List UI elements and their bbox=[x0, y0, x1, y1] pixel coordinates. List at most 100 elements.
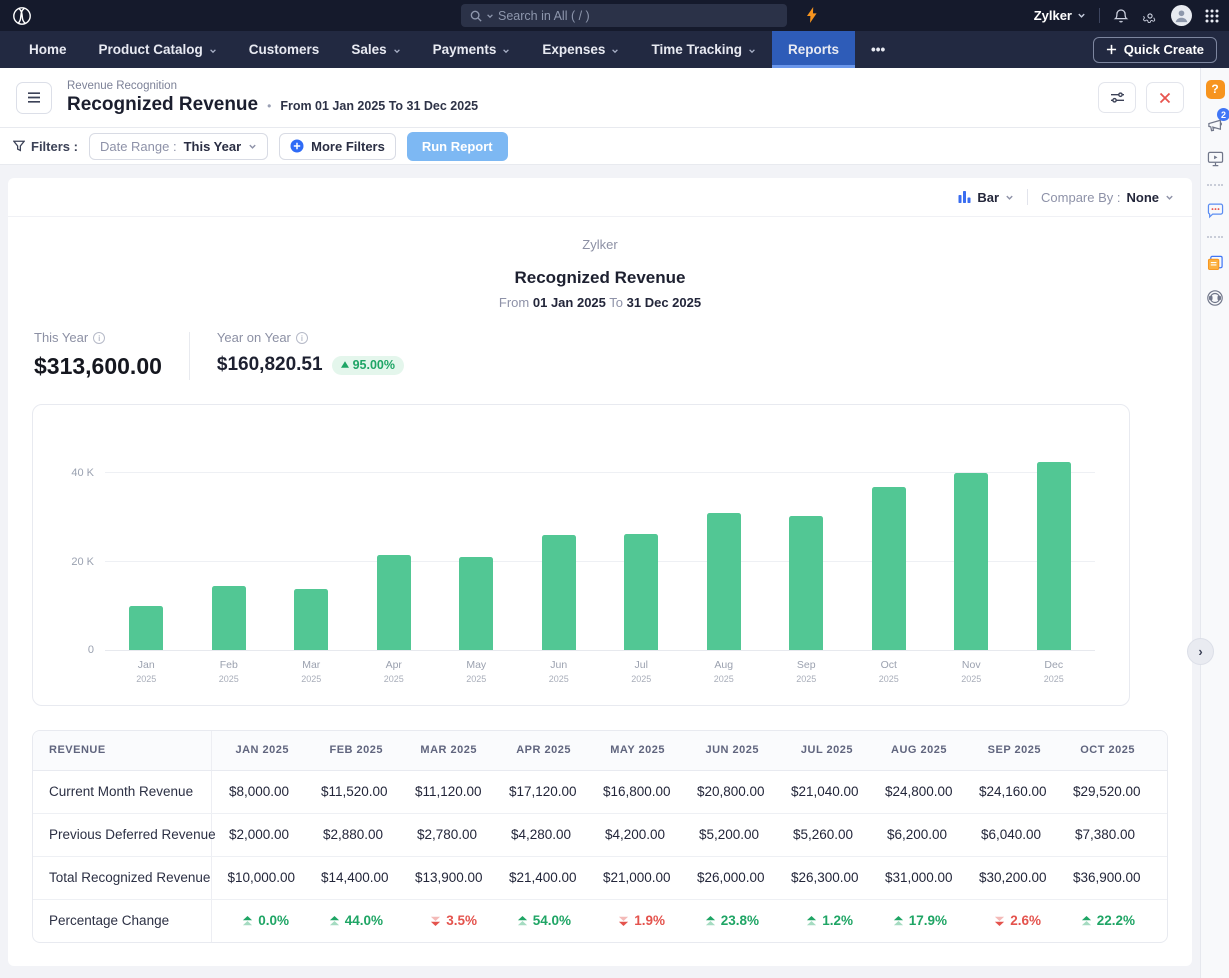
nav-item-product-catalog[interactable]: Product Catalog bbox=[83, 31, 233, 68]
video-demo-icon[interactable] bbox=[1205, 149, 1225, 169]
revenue-cell: $24,800.00 bbox=[869, 770, 963, 813]
percentage-cell: 1.9% bbox=[587, 899, 681, 942]
percentage-cell: 8.4% bbox=[1151, 899, 1168, 942]
column-header: MAR 2025 bbox=[399, 731, 493, 770]
settings-gear-icon[interactable] bbox=[1142, 8, 1158, 24]
announcement-icon[interactable]: 2 bbox=[1205, 114, 1225, 134]
nav-item-label: Customers bbox=[249, 42, 320, 57]
bar-apr[interactable] bbox=[377, 555, 411, 650]
bar-mar[interactable] bbox=[294, 589, 328, 650]
bar-sep[interactable] bbox=[789, 516, 823, 650]
double-chevron-down-icon bbox=[430, 916, 441, 926]
more-filters-button[interactable]: More Filters bbox=[279, 133, 396, 160]
bar-jun[interactable] bbox=[542, 535, 576, 650]
compare-by-selector[interactable]: Compare By : None bbox=[1041, 190, 1174, 205]
search-input[interactable] bbox=[498, 9, 778, 23]
percentage-value: 54.0% bbox=[533, 913, 571, 928]
revenue-cell: $6,200.00 bbox=[869, 813, 963, 856]
org-switcher[interactable]: Zylker bbox=[1034, 8, 1086, 23]
revenue-table-card: REVENUEJAN 2025FEB 2025MAR 2025APR 2025M… bbox=[32, 730, 1168, 943]
revenue-cell: $8,000.00 bbox=[211, 770, 305, 813]
filters-label: Filters : bbox=[13, 139, 78, 154]
this-year-value: $313,600.00 bbox=[34, 353, 162, 380]
nav-item-home[interactable]: Home bbox=[13, 31, 83, 68]
nav-item-label: Payments bbox=[433, 42, 497, 57]
percentage-value: 1.9% bbox=[634, 913, 665, 928]
close-icon bbox=[1159, 92, 1171, 104]
plus-circle-icon bbox=[290, 139, 304, 153]
revenue-cell: $32,000.00 bbox=[1151, 770, 1168, 813]
date-range-filter[interactable]: Date Range : This Year bbox=[89, 133, 268, 160]
compare-by-value: None bbox=[1127, 190, 1160, 205]
x-axis-label: Jan2025 bbox=[105, 659, 188, 686]
close-report-button[interactable] bbox=[1146, 82, 1184, 113]
table-row: Current Month Revenue$8,000.00$11,520.00… bbox=[33, 770, 1168, 813]
search-scope-chevron-icon[interactable] bbox=[486, 12, 494, 20]
bar-dec[interactable] bbox=[1037, 462, 1071, 650]
global-search[interactable] bbox=[461, 4, 787, 27]
resources-icon[interactable] bbox=[1205, 253, 1225, 273]
bar-oct[interactable] bbox=[872, 487, 906, 650]
app-logo-icon[interactable] bbox=[12, 5, 33, 26]
revenue-cell: $21,000.00 bbox=[587, 856, 681, 899]
revenue-cell: $11,520.00 bbox=[305, 770, 399, 813]
search-icon bbox=[470, 10, 482, 22]
bar-may[interactable] bbox=[459, 557, 493, 650]
nav-item-customers[interactable]: Customers bbox=[233, 31, 336, 68]
nav-item-payments[interactable]: Payments bbox=[417, 31, 527, 68]
user-avatar[interactable] bbox=[1171, 5, 1192, 26]
percentage-value: 2.6% bbox=[1010, 913, 1041, 928]
bar-feb[interactable] bbox=[212, 586, 246, 650]
nav-item-expenses[interactable]: Expenses bbox=[526, 31, 635, 68]
revenue-cell: $26,300.00 bbox=[775, 856, 869, 899]
revenue-cell: $2,880.00 bbox=[305, 813, 399, 856]
x-axis-label: Jun2025 bbox=[518, 659, 601, 686]
bar-jan[interactable] bbox=[129, 606, 163, 650]
bar-jul[interactable] bbox=[624, 534, 658, 650]
chevron-down-icon bbox=[748, 47, 756, 55]
x-axis-label: Aug2025 bbox=[683, 659, 766, 686]
nav-item-label: Reports bbox=[788, 42, 839, 57]
chart-type-selector[interactable]: Bar bbox=[958, 190, 1014, 205]
info-icon[interactable]: i bbox=[296, 332, 308, 344]
double-chevron-down-icon bbox=[618, 916, 629, 926]
revenue-cell: $2,000.00 bbox=[211, 813, 305, 856]
divider bbox=[1207, 236, 1223, 238]
help-icon[interactable]: ? bbox=[1205, 79, 1225, 99]
quick-create-button[interactable]: Quick Create bbox=[1093, 37, 1217, 63]
summary-cards: This Year i $313,600.00 Year on Year i $… bbox=[8, 314, 1192, 398]
x-axis-label: Oct2025 bbox=[848, 659, 931, 686]
percentage-cell: 44.0% bbox=[305, 899, 399, 942]
notifications-bell-icon[interactable] bbox=[1113, 8, 1129, 24]
app-grid-icon[interactable] bbox=[1205, 9, 1219, 23]
info-icon[interactable]: i bbox=[93, 332, 105, 344]
customize-report-button[interactable] bbox=[1098, 82, 1136, 113]
nav-item-time-tracking[interactable]: Time Tracking bbox=[635, 31, 772, 68]
nav-item-label: Product Catalog bbox=[99, 42, 203, 57]
nav-item-label: Sales bbox=[351, 42, 386, 57]
y-axis-tick-label: 40 K bbox=[71, 467, 94, 479]
nav-item-reports[interactable]: Reports bbox=[772, 31, 855, 68]
bar-aug[interactable] bbox=[707, 513, 741, 650]
x-axis-label: Dec2025 bbox=[1013, 659, 1096, 686]
support-icon[interactable] bbox=[1205, 288, 1225, 308]
double-chevron-up-icon bbox=[242, 916, 253, 926]
collapse-rail-button[interactable]: › bbox=[1187, 638, 1214, 665]
page-header: Revenue Recognition Recognized Revenue •… bbox=[0, 68, 1200, 128]
y-axis-tick-label: 0 bbox=[88, 644, 94, 656]
revenue-cell: $36,900.00 bbox=[1057, 856, 1151, 899]
report-list-toggle-button[interactable] bbox=[16, 82, 52, 114]
bar-nov[interactable] bbox=[954, 473, 988, 650]
double-chevron-up-icon bbox=[705, 916, 716, 926]
column-header: FEB 2025 bbox=[305, 731, 399, 770]
lightning-icon[interactable] bbox=[806, 7, 818, 28]
run-report-button[interactable]: Run Report bbox=[407, 132, 508, 161]
percentage-value: 17.9% bbox=[909, 913, 947, 928]
chat-icon[interactable] bbox=[1205, 201, 1225, 221]
revenue-cell: $40,000.00 bbox=[1151, 856, 1168, 899]
report-title: Recognized Revenue bbox=[8, 268, 1192, 288]
nav-item-sales[interactable]: Sales bbox=[335, 31, 416, 68]
column-header: NOV 2025 bbox=[1151, 731, 1168, 770]
chart-toolbar: Bar Compare By : None bbox=[8, 178, 1192, 217]
nav-item-more[interactable]: ••• bbox=[855, 31, 901, 68]
